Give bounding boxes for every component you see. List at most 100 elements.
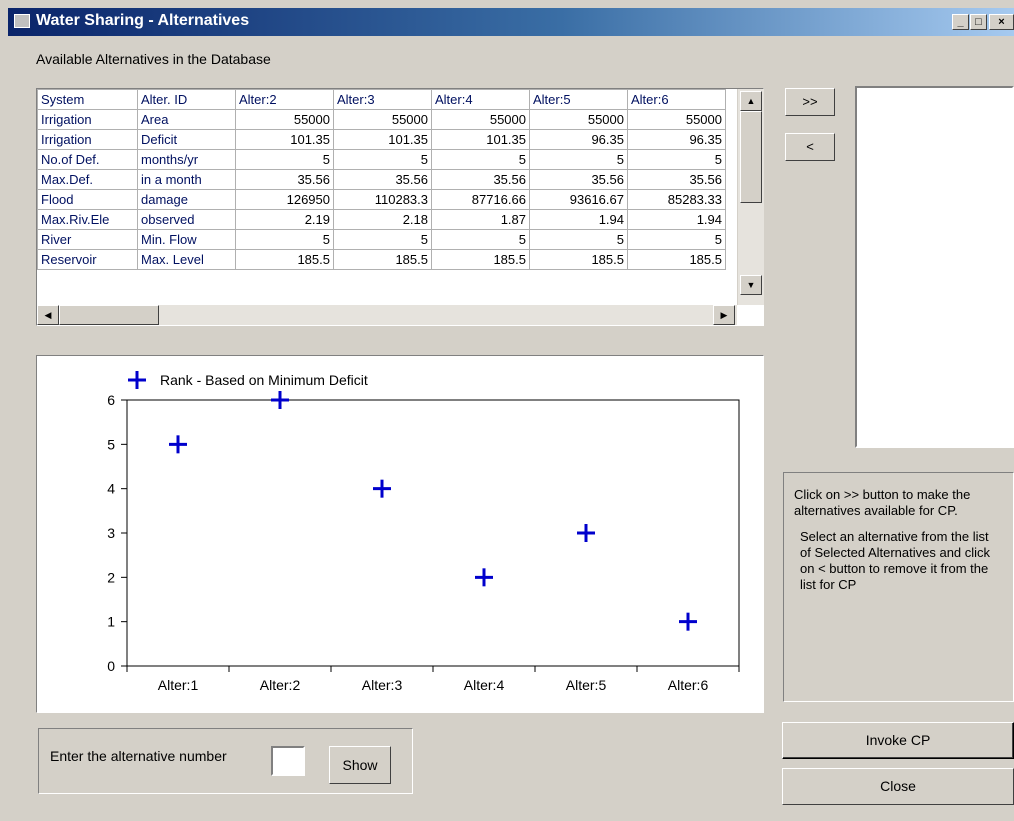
grid-header-row[interactable]: System Alter. ID Alter:2 Alter:3 Alter:4 Alte… xyxy=(37,89,726,110)
table-cell[interactable]: 55000 xyxy=(431,109,530,130)
grid-horizontal-scrollbar[interactable]: ◀ ▶ xyxy=(37,305,737,325)
table-row[interactable]: Max.Riv.Ele observed 2.19 2.18 1.87 1.94 1.94 xyxy=(37,209,726,230)
show-button[interactable]: Show xyxy=(329,746,391,784)
table-cell[interactable]: 5 xyxy=(235,149,334,170)
column-header[interactable]: Alter:4 xyxy=(431,89,530,110)
column-header[interactable]: Alter:3 xyxy=(333,89,432,110)
table-cell[interactable]: 5 xyxy=(529,149,628,170)
table-cell[interactable]: 5 xyxy=(627,229,726,250)
table-cell[interactable]: 185.5 xyxy=(333,249,432,270)
plot-area xyxy=(126,399,740,667)
close-window-button[interactable]: × xyxy=(989,14,1014,30)
table-cell[interactable]: 2.19 xyxy=(235,209,334,230)
rank-chart-panel: Rank - Based on Minimum Deficit 0123456 … xyxy=(36,355,764,713)
alternative-number-input[interactable] xyxy=(271,746,305,776)
legend-plus-marker xyxy=(128,371,146,389)
column-header[interactable]: Alter:5 xyxy=(529,89,628,110)
table-cell[interactable]: 55000 xyxy=(627,109,726,130)
table-cell[interactable]: 185.5 xyxy=(431,249,530,270)
x-axis: Alter:1 Alter:2 Alter:3 Alter:4 Alter:5 Alter… xyxy=(126,666,740,693)
remove-from-cp-button[interactable]: < xyxy=(785,133,835,161)
table-cell[interactable]: Max. Level xyxy=(137,249,236,270)
table-cell[interactable]: 5 xyxy=(333,229,432,250)
table-cell[interactable]: Min. Flow xyxy=(137,229,236,250)
table-cell[interactable]: 55000 xyxy=(529,109,628,130)
table-row[interactable]: Max.Def. in a month 35.56 35.56 35.56 35.56 35… xyxy=(37,169,726,190)
table-cell[interactable]: 101.35 xyxy=(235,129,334,150)
scroll-up-arrow-icon[interactable]: ▲ xyxy=(740,91,762,111)
invoke-cp-button[interactable]: Invoke CP xyxy=(782,722,1014,759)
table-cell[interactable]: River xyxy=(37,229,138,250)
scroll-left-arrow-icon[interactable]: ◀ xyxy=(37,305,59,325)
table-cell[interactable]: observed xyxy=(137,209,236,230)
table-cell[interactable]: in a month xyxy=(137,169,236,190)
table-cell[interactable]: 35.56 xyxy=(235,169,334,190)
table-cell[interactable]: 93616.67 xyxy=(529,189,628,210)
table-cell[interactable]: 35.56 xyxy=(627,169,726,190)
table-row[interactable]: Reservoir Max. Level 185.5 185.5 185.5 185.5 1… xyxy=(37,249,726,270)
table-cell[interactable]: 110283.3 xyxy=(333,189,432,210)
table-row[interactable]: Irrigation Deficit 101.35 101.35 101.35 96.35… xyxy=(37,129,726,150)
table-cell[interactable]: 35.56 xyxy=(431,169,530,190)
alternatives-grid[interactable]: System Alter. ID Alter:2 Alter:3 Alter:4 Alte… xyxy=(36,88,764,326)
table-cell[interactable]: 85283.33 xyxy=(627,189,726,210)
selected-alternatives-list[interactable] xyxy=(855,86,1014,448)
table-cell[interactable]: damage xyxy=(137,189,236,210)
table-cell[interactable]: 1.94 xyxy=(627,209,726,230)
table-cell[interactable]: No.of Def. xyxy=(37,149,138,170)
table-cell[interactable]: 185.5 xyxy=(529,249,628,270)
table-cell[interactable]: 5 xyxy=(627,149,726,170)
column-header[interactable]: Alter:2 xyxy=(235,89,334,110)
table-cell[interactable]: 55000 xyxy=(235,109,334,130)
table-cell[interactable]: 5 xyxy=(235,229,334,250)
table-cell[interactable]: 87716.66 xyxy=(431,189,530,210)
table-row[interactable]: No.of Def. months/yr 5 5 5 5 5 xyxy=(37,149,726,170)
table-row[interactable]: River Min. Flow 5 5 5 5 5 xyxy=(37,229,726,250)
table-cell[interactable]: 5 xyxy=(529,229,628,250)
table-cell[interactable]: 2.18 xyxy=(333,209,432,230)
x-tick-label: Alter:6 xyxy=(668,677,709,693)
table-cell[interactable]: 35.56 xyxy=(333,169,432,190)
table-cell[interactable]: Reservoir xyxy=(37,249,138,270)
minimize-button[interactable]: _ xyxy=(952,14,969,30)
column-header[interactable]: System xyxy=(37,89,138,110)
table-cell[interactable]: Area xyxy=(137,109,236,130)
maximize-button[interactable]: □ xyxy=(970,14,987,30)
table-cell[interactable]: 101.35 xyxy=(431,129,530,150)
table-cell[interactable]: Flood xyxy=(37,189,138,210)
table-cell[interactable]: 126950 xyxy=(235,189,334,210)
column-header[interactable]: Alter. ID xyxy=(137,89,236,110)
add-to-cp-button[interactable]: >> xyxy=(785,88,835,116)
table-cell[interactable]: 185.5 xyxy=(627,249,726,270)
table-cell[interactable]: 96.35 xyxy=(627,129,726,150)
legend-label: Rank - Based on Minimum Deficit xyxy=(160,372,368,388)
table-cell[interactable]: 1.94 xyxy=(529,209,628,230)
table-cell[interactable]: Irrigation xyxy=(37,129,138,150)
table-row[interactable]: Flood damage 126950 110283.3 87716.66 93616.6… xyxy=(37,189,726,210)
table-cell[interactable]: Max.Def. xyxy=(37,169,138,190)
table-cell[interactable]: Irrigation xyxy=(37,109,138,130)
table-cell[interactable]: 101.35 xyxy=(333,129,432,150)
table-cell[interactable]: 5 xyxy=(333,149,432,170)
table-cell[interactable]: 5 xyxy=(431,229,530,250)
chart-legend: Rank - Based on Minimum Deficit xyxy=(128,371,368,389)
close-button[interactable]: Close xyxy=(782,768,1014,805)
vertical-scroll-thumb[interactable] xyxy=(740,111,762,203)
table-cell[interactable]: 5 xyxy=(431,149,530,170)
table-cell[interactable]: 96.35 xyxy=(529,129,628,150)
table-cell[interactable]: 35.56 xyxy=(529,169,628,190)
scroll-down-arrow-icon[interactable]: ▼ xyxy=(740,275,762,295)
horizontal-scroll-thumb[interactable] xyxy=(59,305,159,325)
grid-vertical-scrollbar[interactable]: ▲ ▼ xyxy=(737,89,764,305)
y-tick-label: 5 xyxy=(107,436,115,452)
table-row[interactable]: Irrigation Area 55000 55000 55000 55000 55000 xyxy=(37,109,726,130)
table-cell[interactable]: months/yr xyxy=(137,149,236,170)
table-cell[interactable]: 1.87 xyxy=(431,209,530,230)
scroll-right-arrow-icon[interactable]: ▶ xyxy=(713,305,735,325)
table-cell[interactable]: Deficit xyxy=(137,129,236,150)
table-cell[interactable]: 55000 xyxy=(333,109,432,130)
table-cell[interactable]: Max.Riv.Ele xyxy=(37,209,138,230)
x-tick-label: Alter:1 xyxy=(158,677,199,693)
column-header[interactable]: Alter:6 xyxy=(627,89,726,110)
table-cell[interactable]: 185.5 xyxy=(235,249,334,270)
